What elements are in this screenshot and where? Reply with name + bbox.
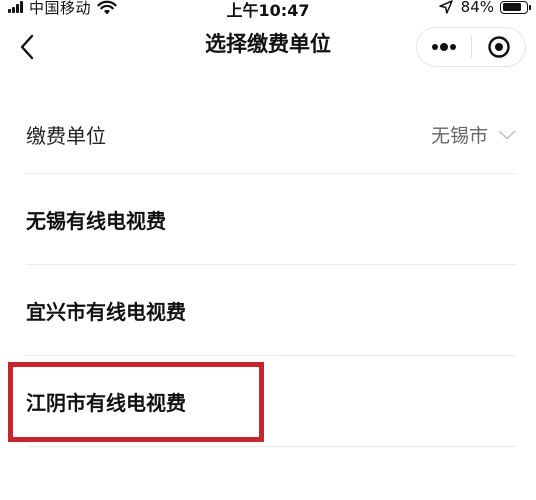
option-item[interactable]: 江阴市有线电视费 xyxy=(26,357,516,447)
battery-icon xyxy=(500,0,531,14)
target-close-icon xyxy=(487,36,510,58)
battery-fill xyxy=(502,3,521,11)
payment-unit-value: 无锡市 xyxy=(430,125,488,147)
more-button[interactable] xyxy=(417,28,471,66)
location-arrow-icon xyxy=(438,0,453,14)
payment-unit-row: 缴费单位 无锡市 xyxy=(26,96,516,174)
option-label: 江阴市有线电视费 xyxy=(26,391,186,415)
more-dots-icon xyxy=(432,43,456,51)
battery-tip xyxy=(529,4,531,10)
nav-bar: 选择缴费单位 xyxy=(0,18,536,76)
option-label: 宜兴市有线电视费 xyxy=(26,300,186,324)
status-right: 84% xyxy=(438,0,531,17)
option-item[interactable]: 无锡有线电视费 xyxy=(26,175,516,265)
close-button[interactable] xyxy=(472,28,525,66)
option-item[interactable]: 宜兴市有线电视费 xyxy=(26,266,516,356)
option-label: 无锡有线电视费 xyxy=(26,209,166,233)
payment-unit-selector[interactable]: 无锡市 xyxy=(431,121,516,148)
miniprogram-capsule xyxy=(416,27,526,67)
chevron-down-icon xyxy=(498,130,516,139)
status-bar: 中国移动 上午10:47 84% xyxy=(0,0,536,20)
payment-unit-label: 缴费单位 xyxy=(26,124,106,148)
app-screen: 中国移动 上午10:47 84% 选择缴费单位 缴费单位 无锡市 无锡有线电视费… xyxy=(0,0,536,500)
battery-percent: 84% xyxy=(460,0,494,16)
